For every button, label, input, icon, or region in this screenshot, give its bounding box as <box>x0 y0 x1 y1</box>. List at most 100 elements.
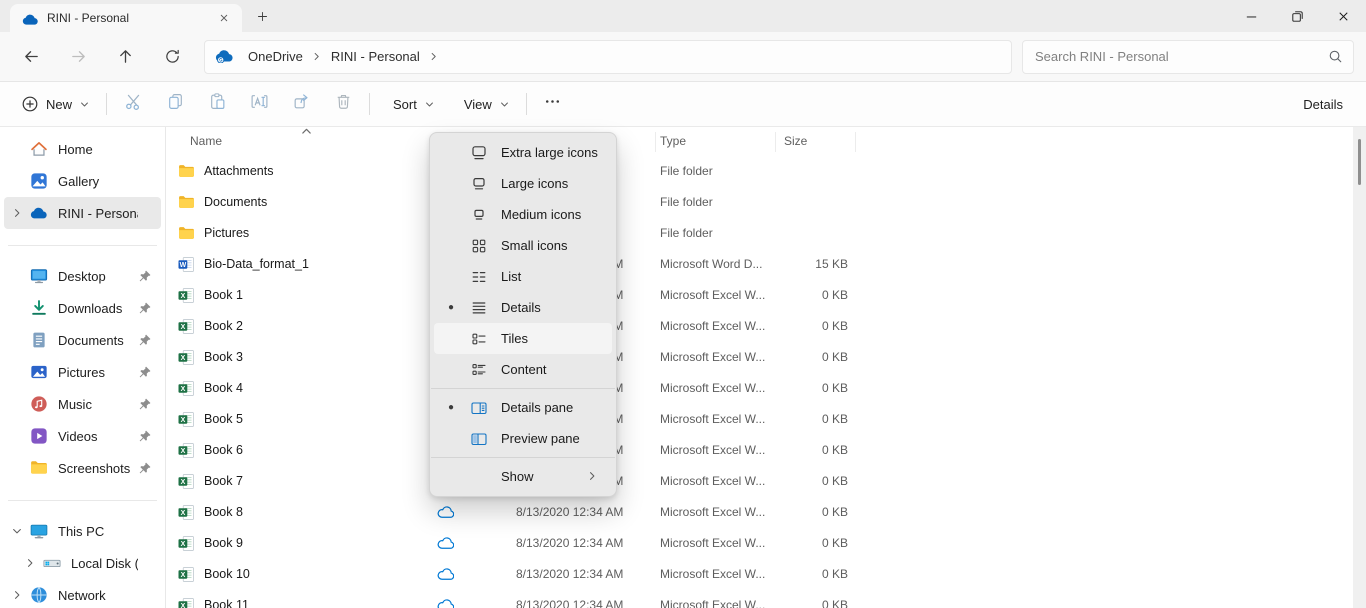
column-headers: Name Type Size <box>166 127 1366 156</box>
file-row-book-7[interactable]: X Book 7 8/13/2020 12:34 AM Microsoft Ex… <box>166 466 1366 497</box>
sidebar-item-desktop[interactable]: Desktop <box>4 260 161 292</box>
menu-item-content[interactable]: Content <box>434 354 612 385</box>
chevron-spacer <box>586 270 602 284</box>
svg-text:X: X <box>181 603 186 608</box>
svg-text:X: X <box>181 386 186 393</box>
sidebar-item-local-disk-c[interactable]: Local Disk (C:) <box>4 547 161 579</box>
chevron-spacer <box>598 146 614 160</box>
cloud-status-icon <box>437 537 454 550</box>
breadcrumb-rini-personal[interactable]: RINI - Personal <box>326 46 425 67</box>
forward-button[interactable] <box>59 39 97 75</box>
chevron-right-icon[interactable] <box>4 589 30 601</box>
sidebar-item-documents[interactable]: Documents <box>4 324 161 356</box>
menu-item-large-icons[interactable]: Large icons <box>434 168 612 199</box>
chevron-down-icon <box>499 99 510 110</box>
column-separator[interactable] <box>655 132 656 152</box>
restore-button[interactable] <box>1274 0 1320 32</box>
chevron-right-icon[interactable] <box>17 557 43 569</box>
pin-icon <box>138 269 152 283</box>
sidebar-item-pictures[interactable]: Pictures <box>4 356 161 388</box>
menu-item-show[interactable]: Show <box>434 461 612 492</box>
sort-button[interactable]: Sort <box>375 87 446 121</box>
chevron-right-icon[interactable] <box>425 51 443 62</box>
scrollbar-thumb[interactable] <box>1358 139 1361 185</box>
refresh-button[interactable] <box>153 39 191 75</box>
file-row-book-9[interactable]: X Book 9 8/13/2020 12:34 AM Microsoft Ex… <box>166 528 1366 559</box>
file-row-documents[interactable]: Documents File folder <box>166 187 1366 218</box>
minimize-button[interactable] <box>1228 0 1274 32</box>
up-button[interactable] <box>106 39 144 75</box>
sidebar-item-rini-personal[interactable]: RINI - Personal <box>4 197 161 229</box>
search-input[interactable] <box>1033 48 1328 65</box>
file-row-book-6[interactable]: X Book 6 8/13/2020 12:34 AM Microsoft Ex… <box>166 435 1366 466</box>
sidebar-item-videos[interactable]: Videos <box>4 420 161 452</box>
file-row-book-1[interactable]: X Book 1 8/13/2020 12:34 AM Microsoft Ex… <box>166 280 1366 311</box>
paste-button[interactable] <box>196 87 238 121</box>
more-options-button[interactable] <box>532 87 574 121</box>
file-row-book-2[interactable]: X Book 2 8/13/2020 12:34 AM Microsoft Ex… <box>166 311 1366 342</box>
size-cell: 0 KB <box>726 466 848 497</box>
file-row-pictures[interactable]: Pictures File folder <box>166 218 1366 249</box>
file-row-book-5[interactable]: X Book 5 8/13/2020 12:34 AM Microsoft Ex… <box>166 404 1366 435</box>
excel-icon: X <box>178 473 195 490</box>
date-modified-cell: 8/13/2020 12:34 AM <box>516 590 623 608</box>
file-row-book-8[interactable]: X Book 8 8/13/2020 12:34 AM Microsoft Ex… <box>166 497 1366 528</box>
search-icon[interactable] <box>1328 49 1343 64</box>
details-pane-button[interactable]: Details <box>1285 87 1354 121</box>
sidebar-item-downloads[interactable]: Downloads <box>4 292 161 324</box>
sidebar-item-music[interactable]: Music <box>4 388 161 420</box>
file-row-book-10[interactable]: X Book 10 8/13/2020 12:34 AM Microsoft E… <box>166 559 1366 590</box>
tab-close-icon[interactable] <box>212 7 236 29</box>
vertical-scrollbar[interactable] <box>1353 127 1366 608</box>
menu-item-small-icons[interactable]: Small icons <box>434 230 612 261</box>
file-row-book-4[interactable]: X Book 4 8/13/2020 12:34 AM Microsoft Ex… <box>166 373 1366 404</box>
share-button[interactable] <box>280 87 322 121</box>
column-separator[interactable] <box>855 132 856 152</box>
command-toolbar: New Sort View Details <box>0 82 1366 127</box>
chevron-right-icon[interactable] <box>4 207 30 219</box>
folder-icon <box>178 163 195 180</box>
file-row-bio-data-format-1[interactable]: W Bio-Data_format_1 8/13/2020 12:34 AM M… <box>166 249 1366 280</box>
onedrive-icon <box>22 12 39 24</box>
breadcrumb-onedrive[interactable]: OneDrive <box>243 46 308 67</box>
tiles-view-icon <box>470 330 488 348</box>
column-header-name[interactable]: Name <box>190 134 222 148</box>
chevron-right-icon[interactable] <box>308 51 326 62</box>
delete-button[interactable] <box>322 87 364 121</box>
new-tab-button[interactable] <box>248 2 276 30</box>
column-header-size[interactable]: Size <box>784 134 807 148</box>
rename-button[interactable] <box>238 87 280 121</box>
menu-item-details[interactable]: ● Details <box>434 292 612 323</box>
menu-item-medium-icons[interactable]: Medium icons <box>434 199 612 230</box>
sidebar-item-network[interactable]: Network <box>4 579 161 608</box>
copy-button[interactable] <box>154 87 196 121</box>
extra-large-icons-icon <box>470 144 488 162</box>
file-row-attachments[interactable]: Attachments File folder <box>166 156 1366 187</box>
sidebar-item-gallery[interactable]: Gallery <box>4 165 161 197</box>
address-bar[interactable]: OneDrive RINI - Personal <box>204 40 1012 74</box>
sidebar-item-home[interactable]: Home <box>4 133 161 165</box>
new-button[interactable]: New <box>10 87 101 121</box>
excel-icon: X <box>178 535 195 552</box>
sidebar-divider <box>8 500 157 501</box>
sidebar-item-this-pc[interactable]: This PC <box>4 515 161 547</box>
file-row-book-3[interactable]: X Book 3 8/13/2020 12:34 AM Microsoft Ex… <box>166 342 1366 373</box>
chevron-down-icon[interactable] <box>4 525 30 537</box>
menu-item-list[interactable]: List <box>434 261 612 292</box>
view-button[interactable]: View <box>446 87 521 121</box>
menu-item-extra-large-icons[interactable]: Extra large icons <box>434 137 612 168</box>
menu-separator <box>431 457 615 458</box>
close-button[interactable] <box>1320 0 1366 32</box>
menu-item-tiles[interactable]: Tiles <box>434 323 612 354</box>
file-name: Book 11 <box>204 590 249 608</box>
cut-button[interactable] <box>112 87 154 121</box>
menu-item-preview-pane[interactable]: Preview pane <box>434 423 612 454</box>
column-header-type[interactable]: Type <box>660 134 686 148</box>
sidebar-item-screenshots[interactable]: Screenshots <box>4 452 161 484</box>
explorer-tab[interactable]: RINI - Personal <box>10 4 242 32</box>
file-row-book-11[interactable]: X Book 11 8/13/2020 12:34 AM Microsoft E… <box>166 590 1366 608</box>
menu-item-details-pane[interactable]: ● Details pane <box>434 392 612 423</box>
back-button[interactable] <box>12 39 50 75</box>
column-separator[interactable] <box>775 132 776 152</box>
pin-icon <box>138 301 152 315</box>
